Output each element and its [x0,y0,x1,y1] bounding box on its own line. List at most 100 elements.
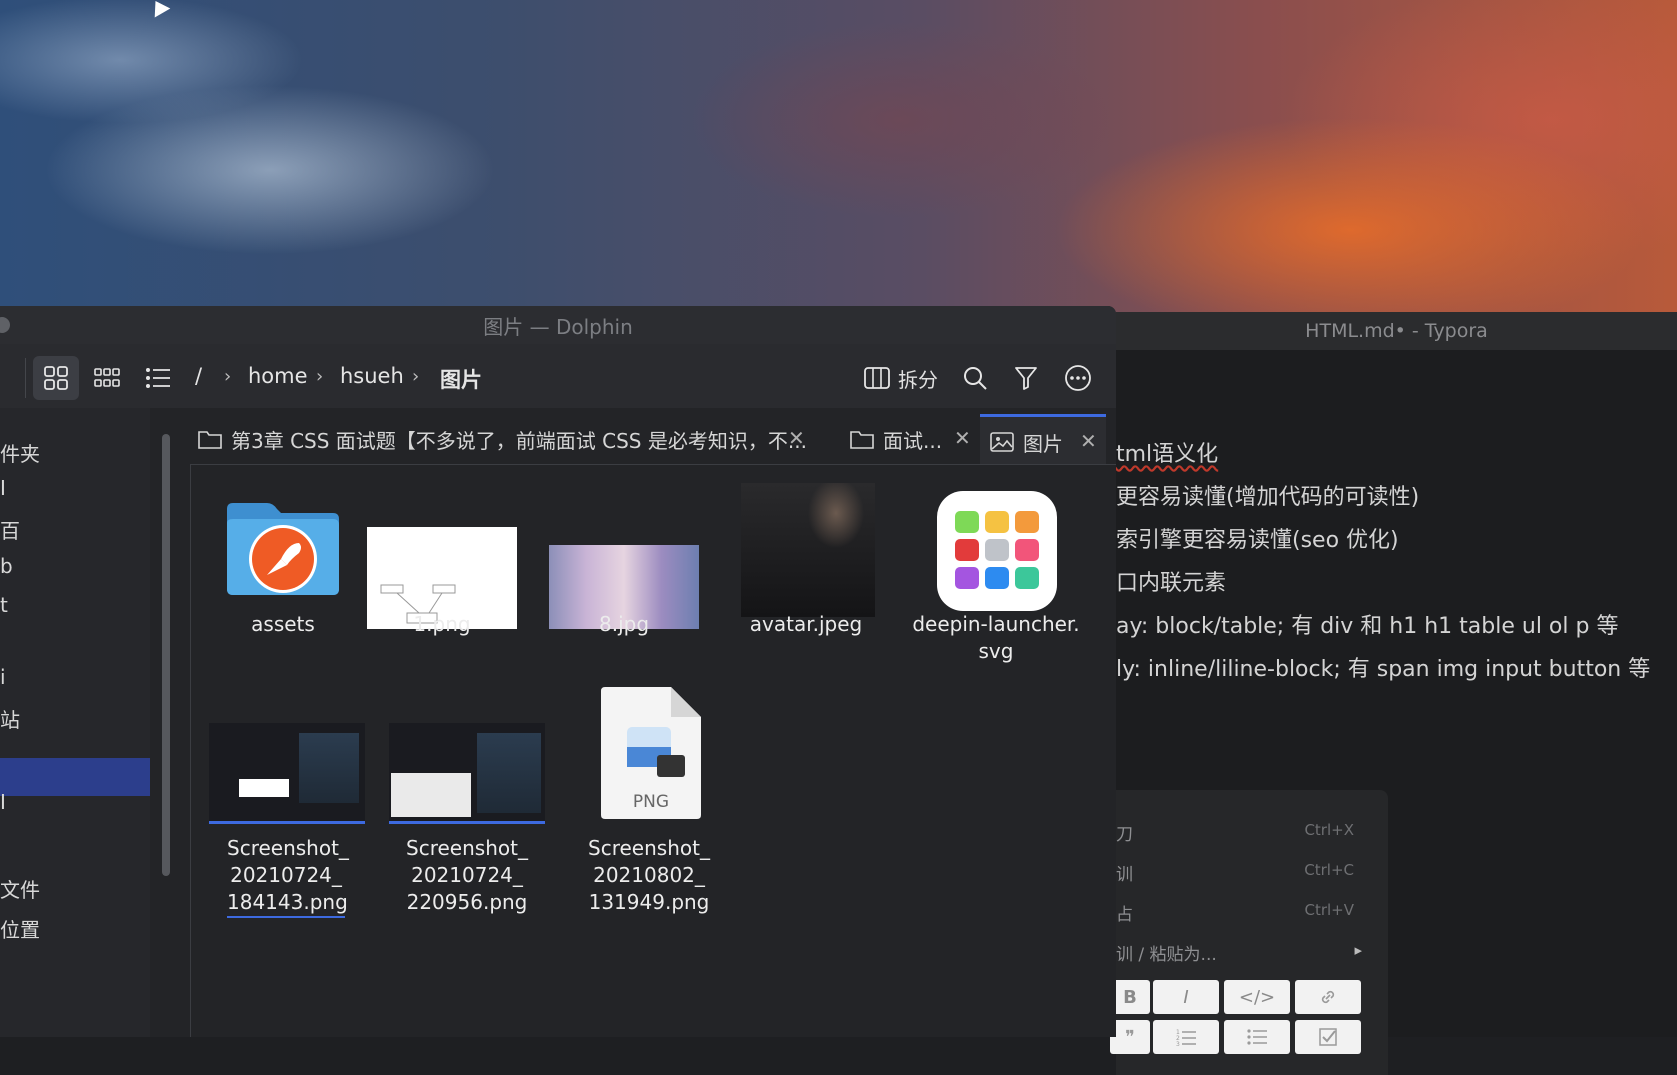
close-tab-icon[interactable]: ✕ [788,426,805,450]
file-item-screenshot-220956[interactable]: Screenshot_ 20210724_ 220956.png [387,723,547,923]
image-thumbnail [209,723,365,824]
sidebar-item[interactable]: b [0,554,13,578]
tab-bar: 第3章 CSS 面试题【不多说了，前端面试 CSS 是必考知识，不... ✕ 面… [190,414,1116,467]
filter-button[interactable] [1003,356,1049,400]
details-view-button[interactable] [135,356,181,400]
quote-button[interactable]: ❞ [1110,1020,1150,1054]
chevron-right-icon: › [412,366,420,387]
thumbnail-code-panel [299,733,359,803]
sidebar-selected-highlight [0,758,150,796]
folder-icon [850,431,874,449]
folder-icon [227,503,339,595]
sidebar-item[interactable]: 件夹 [0,438,40,467]
image-thumbnail [389,723,545,824]
file-name: Screenshot_ 20210724_ 184143.png [227,835,349,918]
tab-css-interview[interactable]: 第3章 CSS 面试题【不多说了，前端面试 CSS 是必考知识，不... ✕ [198,414,838,464]
toolbar-divider [25,358,26,398]
file-name: Screenshot_ 20210724_ 220956.png [406,836,528,914]
folder-icon [198,431,222,449]
code-button[interactable]: </> [1224,980,1290,1014]
sidebar-item-recent-locations[interactable]: 位置 [0,914,40,943]
sidebar-scrollbar[interactable] [162,434,170,876]
close-tab-icon[interactable]: ✕ [954,426,971,450]
file-name: avatar.jpeg [749,612,863,636]
checkbox-icon [1319,1028,1337,1046]
editor-line: ay: block/table; 有 div 和 h1 h1 table ul … [1116,614,1619,639]
ordered-list-button[interactable]: 123 [1153,1020,1219,1054]
editor-line: tml语义化 [1116,442,1219,467]
bullet-list-button[interactable] [1224,1020,1290,1054]
sidebar-item[interactable]: i [0,665,6,689]
file-item-screenshot-131949[interactable]: PNG Screenshot_ 20210802_ 131949.png [569,685,729,925]
ordered-list-icon: 123 [1176,1029,1196,1047]
link-button[interactable] [1295,980,1361,1014]
sidebar-item[interactable]: 百 [0,515,20,544]
submenu-arrow-icon: ▸ [1354,941,1362,959]
breadcrumb-pictures[interactable]: 图片 [440,364,482,394]
tab-label: 第3章 CSS 面试题【不多说了，前端面试 CSS 是必考知识，不... [231,428,807,453]
more-menu-button[interactable] [1055,356,1101,400]
svg-text:3: 3 [1176,1041,1180,1047]
thumbnail-code-panel [477,733,541,813]
file-item-deepin-launcher-svg[interactable]: deepin-launcher. svg [911,483,1081,683]
link-icon [1321,990,1335,1004]
search-button[interactable] [952,356,998,400]
sidebar-item[interactable]: 站 [0,704,20,733]
bold-button[interactable]: B [1110,980,1150,1014]
split-button[interactable]: 拆分 [864,358,938,398]
context-menu-copy[interactable]: 训 Ctrl+C [1116,850,1388,890]
compact-view-button[interactable] [84,356,130,400]
file-item-assets[interactable]: assets [211,483,355,663]
editor-line: 更容易读懂(增加代码的可读性) [1116,485,1420,510]
editor-line: 索引擎更容易读懂(seo 优化) [1116,528,1399,553]
sidebar-item[interactable]: I [0,476,6,500]
sidebar-item[interactable]: I [0,790,6,814]
context-menu-paste[interactable]: 占 Ctrl+V [1116,890,1388,930]
file-view[interactable]: assets 1.png 8.jpg avatar.jpeg deepin-la… [190,464,1116,1037]
file-item-avatar-jpeg[interactable]: avatar.jpeg [731,483,881,663]
tab-label: 面试... [883,428,943,453]
image-icon [990,432,1014,452]
typora-editor[interactable]: tml语义化 更容易读懂(增加代码的可读性) 索引擎更容易读懂(seo 优化) … [1110,350,1677,1075]
split-view-icon [864,367,890,389]
editor-line: 口内联元素 [1116,571,1227,596]
editor-line: ly: inline/liline-block; 有 span img inpu… [1116,657,1651,682]
close-tab-icon[interactable]: ✕ [1080,429,1097,453]
places-sidebar: 件夹 I 百 b t i 站 I 文件 位置 [0,408,150,1037]
italic-button[interactable]: I [1153,980,1219,1014]
file-name: Screenshot_ 20210802_ 131949.png [588,836,710,914]
tab-label: 图片 [1023,431,1063,456]
desktop-wallpaper [0,0,1677,330]
bullet-list-icon [1247,1029,1267,1045]
list-icon [146,368,170,388]
breadcrumb-root[interactable]: / [195,364,202,388]
typora-window: HTML.md• - Typora tml语义化 更容易读懂(增加代码的可读性)… [1110,312,1677,1075]
filter-icon [1015,367,1037,390]
thumbnail-browser [391,773,471,817]
tab-interview[interactable]: 面试... ✕ [842,414,974,464]
sidebar-item[interactable]: t [0,593,8,617]
launcher-app-icon [937,491,1057,611]
context-menu-cut[interactable]: 刀 Ctrl+X [1116,810,1388,850]
search-icon [964,367,987,390]
context-menu: 刀 Ctrl+X 训 Ctrl+C 占 Ctrl+V 训 / 粘贴为... ▸ … [1110,790,1388,1075]
breadcrumb-home[interactable]: home [248,364,308,388]
icons-view-button[interactable] [33,356,79,400]
compact-grid-icon [94,368,120,387]
split-label: 拆分 [898,367,938,392]
file-item-screenshot-184143[interactable]: Screenshot_ 20210724_ 184143.png [207,723,367,923]
file-name: assets [251,612,315,636]
tab-pictures[interactable]: 图片 ✕ [980,414,1106,467]
png-badge: PNG [632,792,670,812]
context-menu-copy-paste-as[interactable]: 训 / 粘贴为... ▸ [1116,930,1388,970]
chevron-right-icon: › [316,366,324,387]
file-item-1-png[interactable]: 1.png [367,483,517,663]
sidebar-item-recent-files[interactable]: 文件 [0,874,40,903]
breadcrumb-hsueh[interactable]: hsueh [340,364,404,388]
typora-title: HTML.md• - Typora [1116,312,1677,350]
file-name: 1.png [413,612,471,636]
file-item-8-jpg[interactable]: 8.jpg [549,483,699,663]
toolbar: / › home › hsueh › 图片 拆分 [0,344,1116,408]
task-list-button[interactable] [1295,1020,1361,1054]
more-icon [1065,365,1091,391]
